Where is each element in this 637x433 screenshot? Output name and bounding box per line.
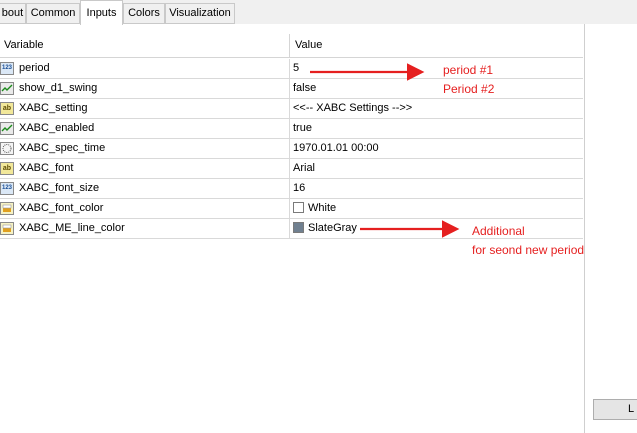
tab-inputs[interactable]: Inputs bbox=[80, 0, 123, 25]
annotation-arrows bbox=[310, 63, 460, 238]
annotation-period-2: Period #2 bbox=[443, 82, 495, 96]
annotation-period-1: period #1 bbox=[443, 63, 494, 77]
annotation-additional: Additional bbox=[472, 224, 525, 238]
annotation-second-period: for seond new period bbox=[472, 243, 585, 257]
